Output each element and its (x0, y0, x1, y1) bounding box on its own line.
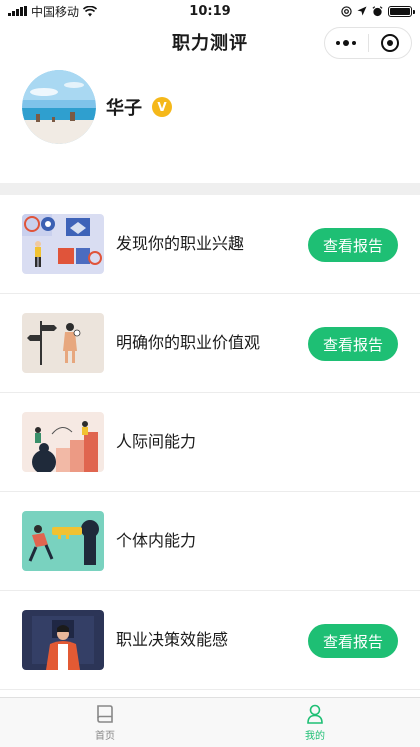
location-arrow-icon (357, 6, 367, 16)
tab-bar: 首页 我的 (0, 697, 420, 747)
verified-badge-icon: V (152, 97, 172, 117)
view-report-button[interactable]: 查看报告 (308, 624, 398, 658)
status-bar: 中国移动 10:19 (0, 0, 420, 22)
intrapersonal-illustration (22, 511, 104, 571)
item-title: 人际间能力 (116, 432, 197, 451)
mini-program-capsule (324, 27, 412, 59)
decision-efficacy-illustration (22, 610, 104, 670)
avatar[interactable] (22, 70, 96, 144)
tab-mine[interactable]: 我的 (210, 698, 420, 747)
list-item-career-values[interactable]: 明确你的职业价值观 查看报告 (0, 294, 420, 393)
alarm-clock-icon (372, 5, 383, 16)
list-item-intrapersonal[interactable]: 个体内能力 (0, 492, 420, 591)
close-mini-program-button[interactable] (369, 28, 412, 58)
person-icon (307, 704, 323, 724)
assessment-list: 发现你的职业兴趣 查看报告 明确你的职业价值观 查看报告 人际间能力 个体内能力… (0, 195, 420, 690)
book-icon (97, 705, 113, 723)
list-item-decision-efficacy[interactable]: 职业决策效能感 查看报告 (0, 591, 420, 690)
at-sign-icon (341, 5, 352, 17)
career-interest-illustration (22, 214, 104, 274)
navigation-bar: 职力测评 (0, 22, 420, 62)
battery-icon (388, 5, 415, 17)
profile-header: 华子 V (22, 70, 172, 144)
tab-home[interactable]: 首页 (0, 698, 210, 747)
username: 华子 (106, 98, 142, 119)
item-title: 明确你的职业价值观 (116, 333, 261, 352)
interpersonal-illustration (22, 412, 104, 472)
more-dots-icon (336, 40, 357, 46)
section-divider (0, 183, 420, 195)
wifi-icon (83, 5, 98, 16)
list-item-career-interest[interactable]: 发现你的职业兴趣 查看报告 (0, 195, 420, 294)
career-values-illustration (22, 313, 104, 373)
item-title: 发现你的职业兴趣 (116, 234, 245, 253)
item-title: 个体内能力 (116, 531, 197, 550)
list-item-interpersonal[interactable]: 人际间能力 (0, 393, 420, 492)
page-title: 职力测评 (172, 33, 248, 54)
item-title: 职业决策效能感 (116, 630, 229, 649)
view-report-button[interactable]: 查看报告 (308, 327, 398, 361)
tab-label: 首页 (95, 731, 115, 742)
tab-label: 我的 (305, 731, 325, 742)
carrier-label: 中国移动 (31, 4, 80, 19)
more-button[interactable] (325, 28, 368, 58)
signal-icon (8, 6, 27, 16)
target-circle-icon (380, 34, 399, 52)
view-report-button[interactable]: 查看报告 (308, 228, 398, 262)
